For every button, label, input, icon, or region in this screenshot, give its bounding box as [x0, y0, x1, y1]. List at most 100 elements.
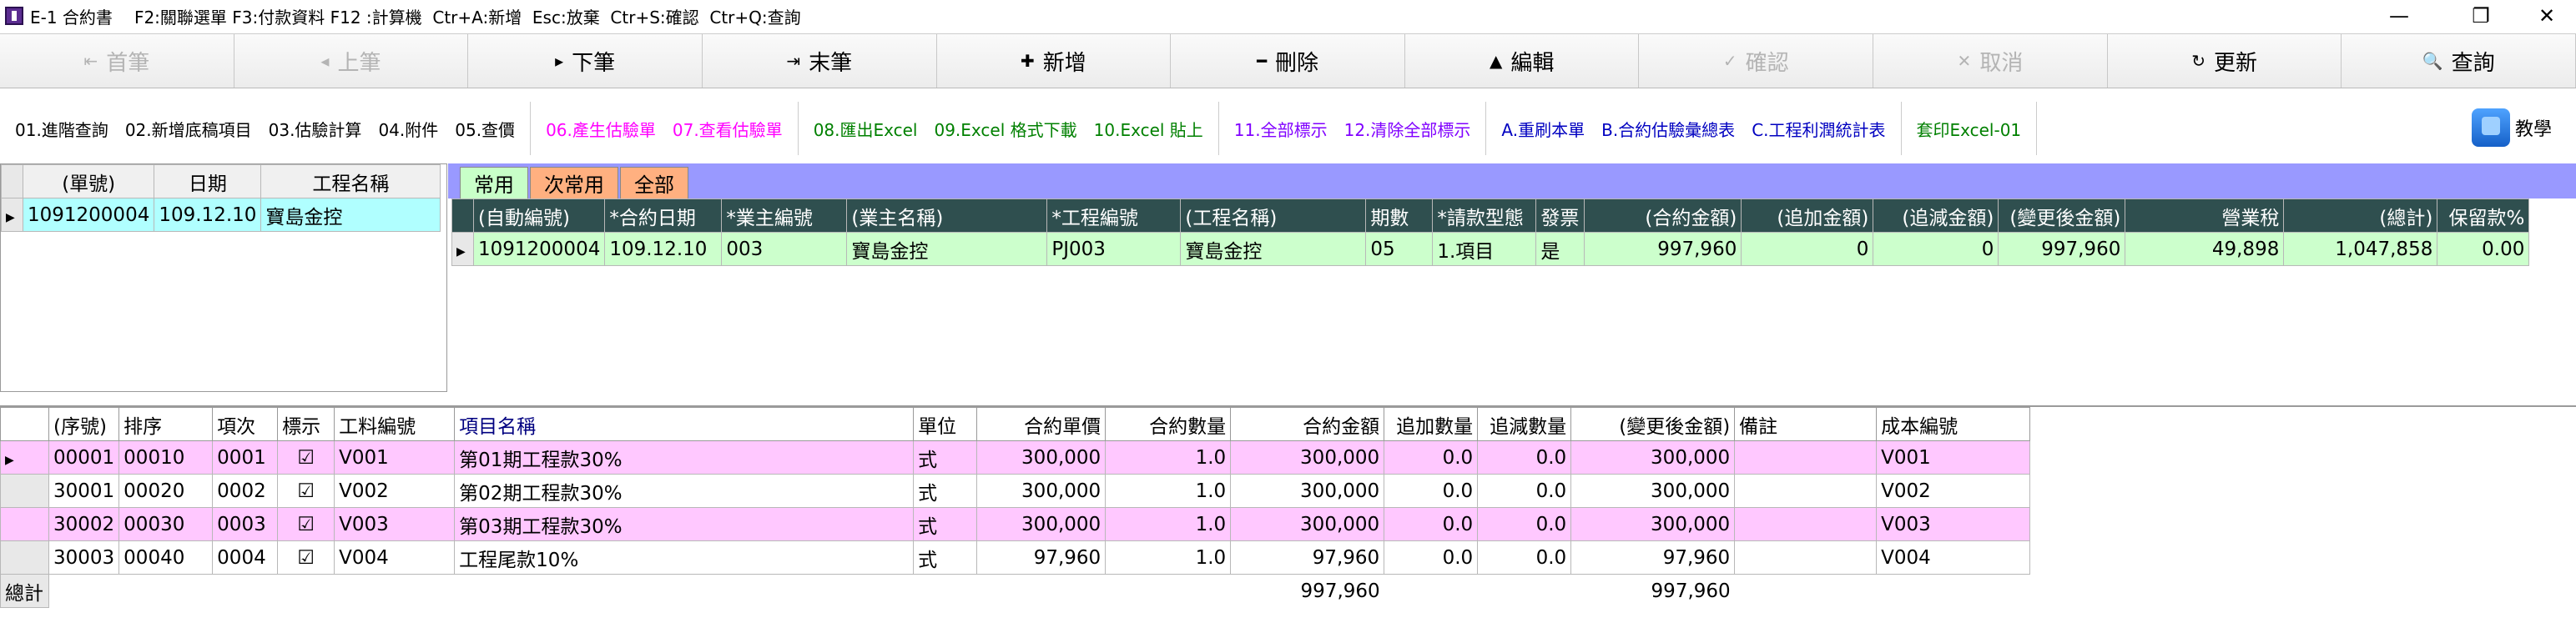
column-header[interactable]: 工料編號 — [334, 407, 456, 441]
table-cell[interactable]: 49,898 — [2125, 232, 2285, 266]
column-header[interactable]: *請款型態 — [1432, 198, 1537, 233]
toolbar-button-3[interactable]: ⇥ 末筆 — [702, 34, 937, 88]
function-item-g5-0[interactable]: A.重刷本單 — [1501, 117, 1585, 141]
table-cell[interactable]: 97,960 — [976, 540, 1107, 575]
table-cell[interactable]: 0 — [1741, 232, 1874, 266]
table-cell[interactable]: 003 — [721, 232, 848, 266]
column-header[interactable]: 日期 — [154, 164, 262, 198]
table-row[interactable]: 1091200004109.12.10寶島金控 — [1, 198, 441, 232]
restore-icon[interactable]: ❐ — [2452, 0, 2510, 32]
tab-1[interactable]: 次常用 — [530, 167, 618, 198]
toolbar-button-4[interactable]: ✚ 新增 — [936, 34, 1172, 88]
table-cell[interactable]: 1.0 — [1105, 474, 1232, 508]
table-cell[interactable]: 式 — [913, 540, 978, 575]
table-cell[interactable] — [1734, 540, 1878, 575]
table-cell[interactable]: PJ003 — [1046, 232, 1182, 266]
table-cell[interactable]: V004 — [1876, 540, 2031, 575]
table-cell[interactable]: 30001 — [48, 474, 120, 508]
table-cell[interactable]: V004 — [334, 540, 456, 575]
table-cell[interactable] — [1734, 474, 1878, 508]
column-header[interactable]: 備註 — [1734, 407, 1878, 441]
column-header[interactable]: (單號) — [22, 164, 155, 198]
toolbar-button-6[interactable]: ▲ 編輯 — [1404, 34, 1640, 88]
table-cell[interactable]: ☑ — [277, 440, 335, 475]
column-header[interactable]: 合約單價 — [976, 407, 1107, 441]
table-cell[interactable] — [1734, 440, 1878, 475]
table-cell[interactable]: 寶島金控 — [1180, 232, 1367, 266]
column-header[interactable]: 工程名稱 — [260, 164, 441, 198]
column-header[interactable]: *合約日期 — [604, 198, 723, 233]
table-cell[interactable]: V003 — [334, 507, 456, 541]
minimize-icon[interactable]: — — [2370, 0, 2428, 32]
close-icon[interactable]: ✕ — [2518, 0, 2576, 32]
table-cell[interactable]: 寶島金控 — [260, 198, 441, 232]
function-item-g3-2[interactable]: 10.Excel 貼上 — [1094, 117, 1203, 141]
table-cell[interactable]: 0.0 — [1477, 474, 1572, 508]
table-cell[interactable]: 30003 — [48, 540, 120, 575]
column-header[interactable]: 追加數量 — [1384, 407, 1479, 441]
function-item-g1-1[interactable]: 02.新增底稿項目 — [125, 117, 252, 141]
table-cell[interactable]: 式 — [913, 440, 978, 475]
table-cell[interactable]: 997,960 — [1584, 232, 1742, 266]
table-cell[interactable]: 第01期工程款30% — [454, 440, 915, 475]
column-header[interactable]: (變更後金額) — [1570, 407, 1736, 441]
table-cell[interactable]: 300,000 — [976, 440, 1107, 475]
table-cell[interactable]: 0.0 — [1384, 474, 1479, 508]
table-cell[interactable]: V003 — [1876, 507, 2031, 541]
column-header[interactable]: (追減金額) — [1873, 198, 1999, 233]
column-header[interactable]: (自動編號) — [472, 198, 606, 233]
row-selector[interactable] — [451, 232, 474, 266]
function-item-g6-0[interactable]: 套印Excel-01 — [1917, 117, 2022, 141]
toolbar-button-0[interactable]: ⇤ 首筆 — [0, 34, 234, 88]
column-header[interactable]: 期數 — [1365, 198, 1434, 233]
column-header[interactable]: (變更後金額) — [1998, 198, 2126, 233]
table-cell[interactable]: 300,000 — [976, 507, 1107, 541]
toolbar-button-5[interactable]: ━ 刪除 — [1171, 34, 1405, 88]
table-cell[interactable]: 300,000 — [1570, 474, 1736, 508]
table-cell[interactable]: ☑ — [277, 474, 335, 508]
column-header[interactable]: 保留款% — [2437, 198, 2530, 233]
table-cell[interactable]: 0001 — [212, 440, 279, 475]
help-button[interactable]: 教學 — [2472, 108, 2552, 147]
table-cell[interactable]: 0.0 — [1384, 440, 1479, 475]
table-cell[interactable]: 1,047,858 — [2283, 232, 2438, 266]
function-item-g2-0[interactable]: 06.產生估驗單 — [546, 117, 656, 141]
table-cell[interactable]: V002 — [1876, 474, 2031, 508]
function-item-g2-1[interactable]: 07.查看估驗單 — [673, 117, 783, 141]
column-header[interactable]: (業主名稱) — [846, 198, 1048, 233]
table-cell[interactable]: V001 — [1876, 440, 2031, 475]
function-item-g1-4[interactable]: 05.查價 — [455, 117, 515, 141]
table-row[interactable]: 30003 00040 0004 ☑ V004 工程尾款10% 式 97,960 1.0 97,9… — [0, 540, 2031, 575]
row-selector[interactable] — [1, 198, 23, 232]
table-cell[interactable]: 1.0 — [1105, 507, 1232, 541]
function-item-g4-0[interactable]: 11.全部標示 — [1234, 117, 1328, 141]
column-header[interactable]: 成本編號 — [1876, 407, 2031, 441]
column-header[interactable]: *業主編號 — [721, 198, 848, 233]
table-cell[interactable]: 0003 — [212, 507, 279, 541]
column-header[interactable]: 項目名稱 — [454, 407, 915, 441]
table-cell[interactable]: 00040 — [118, 540, 214, 575]
table-cell[interactable]: 300,000 — [1230, 440, 1385, 475]
row-selector[interactable] — [0, 540, 49, 575]
table-cell[interactable]: 1.0 — [1105, 540, 1232, 575]
table-row[interactable]: 30001 00020 0002 ☑ V002 第02期工程款30% 式 300,000 1.0… — [0, 474, 2031, 508]
table-cell[interactable]: 寶島金控 — [846, 232, 1048, 266]
table-cell[interactable]: 300,000 — [976, 474, 1107, 508]
table-cell[interactable]: 0.0 — [1384, 540, 1479, 575]
column-header[interactable]: 標示 — [277, 407, 335, 441]
function-item-g1-3[interactable]: 04.附件 — [378, 117, 438, 141]
column-header[interactable]: (工程名稱) — [1180, 198, 1367, 233]
table-cell[interactable]: 109.12.10 — [154, 198, 262, 232]
table-cell[interactable]: 97,960 — [1230, 540, 1385, 575]
table-cell[interactable]: 300,000 — [1570, 440, 1736, 475]
table-cell[interactable]: 00030 — [118, 507, 214, 541]
row-selector[interactable] — [0, 440, 49, 475]
table-cell[interactable]: 1091200004 — [472, 232, 606, 266]
table-cell[interactable]: V002 — [334, 474, 456, 508]
table-row[interactable]: 00001000100001☑V001第01期工程款30%式300,0001.0… — [0, 440, 2031, 475]
table-cell[interactable]: ☑ — [277, 507, 335, 541]
table-cell[interactable]: 0.0 — [1384, 507, 1479, 541]
table-cell[interactable]: 第03期工程款30% — [454, 507, 915, 541]
table-cell[interactable]: 00001 — [48, 440, 120, 475]
toolbar-button-9[interactable]: ↻ 更新 — [2107, 34, 2342, 88]
